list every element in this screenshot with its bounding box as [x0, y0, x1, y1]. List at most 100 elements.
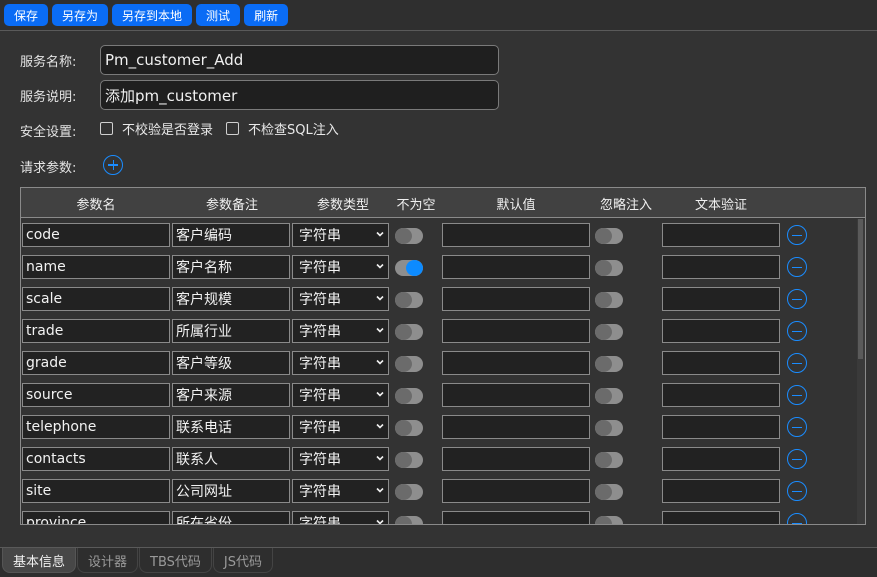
remove-param-icon[interactable] — [787, 289, 807, 309]
remove-param-icon[interactable] — [787, 385, 807, 405]
tab-tbs-code[interactable]: TBS代码 — [139, 548, 212, 573]
ignore-injection-toggle[interactable] — [595, 452, 623, 468]
text-validation-input[interactable] — [662, 351, 780, 375]
not-null-toggle[interactable] — [395, 324, 423, 340]
default-value-input[interactable] — [442, 447, 590, 471]
default-value-input[interactable] — [442, 351, 590, 375]
ignore-injection-toggle[interactable] — [595, 356, 623, 372]
param-note-input[interactable]: 客户编码 — [172, 223, 290, 247]
param-name-input[interactable]: trade — [22, 319, 170, 343]
param-type-select[interactable]: 字符串 — [292, 383, 389, 407]
table-row: name 客户名称 字符串 — [21, 251, 859, 283]
default-value-input[interactable] — [442, 255, 590, 279]
not-null-toggle[interactable] — [395, 516, 423, 524]
param-note-input[interactable]: 联系电话 — [172, 415, 290, 439]
default-value-input[interactable] — [442, 383, 590, 407]
param-name-input[interactable]: telephone — [22, 415, 170, 439]
skip-login-check-option[interactable]: 不校验是否登录 — [100, 119, 213, 138]
text-validation-input[interactable] — [662, 447, 780, 471]
not-null-toggle[interactable] — [395, 388, 423, 404]
default-value-input[interactable] — [442, 511, 590, 524]
default-value-input[interactable] — [442, 479, 590, 503]
service-name-label: 服务名称: — [20, 54, 77, 70]
text-validation-input[interactable] — [662, 255, 780, 279]
remove-param-icon[interactable] — [787, 417, 807, 437]
default-value-input[interactable] — [442, 319, 590, 343]
param-name-input[interactable]: name — [22, 255, 170, 279]
tab-js-code[interactable]: JS代码 — [212, 548, 274, 573]
scrollbar-thumb[interactable] — [858, 219, 863, 359]
param-type-select[interactable]: 字符串 — [292, 479, 389, 503]
table-scrollbar[interactable] — [857, 219, 865, 524]
ignore-injection-toggle[interactable] — [595, 260, 623, 276]
ignore-injection-toggle[interactable] — [595, 420, 623, 436]
default-value-input[interactable] — [442, 287, 590, 311]
remove-param-icon[interactable] — [787, 481, 807, 501]
remove-param-icon[interactable] — [787, 449, 807, 469]
add-param-icon[interactable] — [103, 154, 123, 175]
param-note-input[interactable]: 所在省份 — [172, 511, 290, 524]
text-validation-input[interactable] — [662, 479, 780, 503]
not-null-toggle[interactable] — [395, 292, 423, 308]
skip-sql-checkbox[interactable] — [226, 121, 240, 135]
param-type-select[interactable]: 字符串 — [292, 287, 389, 311]
param-note-input[interactable]: 客户等级 — [172, 351, 290, 375]
save-button[interactable]: 保存 — [4, 4, 49, 26]
tab-designer[interactable]: 设计器 — [77, 548, 139, 573]
not-null-toggle[interactable] — [395, 452, 423, 468]
ignore-injection-toggle[interactable] — [595, 324, 623, 340]
text-validation-input[interactable] — [662, 223, 780, 247]
text-validation-input[interactable] — [662, 415, 780, 439]
text-validation-input[interactable] — [662, 319, 780, 343]
not-null-toggle[interactable] — [395, 260, 423, 276]
param-type-select[interactable]: 字符串 — [292, 511, 389, 524]
remove-param-icon[interactable] — [787, 257, 807, 277]
tab-basic-info[interactable]: 基本信息 — [2, 548, 77, 573]
text-validation-input[interactable] — [662, 287, 780, 311]
not-null-toggle[interactable] — [395, 228, 423, 244]
param-type-select[interactable]: 字符串 — [292, 415, 389, 439]
param-note-input[interactable]: 客户来源 — [172, 383, 290, 407]
param-note-input[interactable]: 客户名称 — [172, 255, 290, 279]
save-as-button[interactable]: 另存为 — [52, 4, 109, 26]
param-name-input[interactable]: grade — [22, 351, 170, 375]
default-value-input[interactable] — [442, 415, 590, 439]
remove-param-icon[interactable] — [787, 353, 807, 373]
param-type-select[interactable]: 字符串 — [292, 319, 389, 343]
param-name-input[interactable]: source — [22, 383, 170, 407]
param-type-select[interactable]: 字符串 — [292, 351, 389, 375]
ignore-injection-toggle[interactable] — [595, 292, 623, 308]
param-note-input[interactable]: 客户规模 — [172, 287, 290, 311]
ignore-injection-toggle[interactable] — [595, 388, 623, 404]
service-name-input[interactable]: Pm_customer_Add — [100, 45, 499, 75]
param-note-input[interactable]: 联系人 — [172, 447, 290, 471]
param-note-input[interactable]: 所属行业 — [172, 319, 290, 343]
skip-sql-check-option[interactable]: 不检查SQL注入 — [226, 119, 339, 138]
param-name-input[interactable]: province — [22, 511, 170, 524]
param-name-input[interactable]: scale — [22, 287, 170, 311]
ignore-injection-toggle[interactable] — [595, 484, 623, 500]
ignore-injection-toggle[interactable] — [595, 228, 623, 244]
remove-param-icon[interactable] — [787, 513, 807, 524]
default-value-input[interactable] — [442, 223, 590, 247]
param-name-input[interactable]: code — [22, 223, 170, 247]
refresh-button[interactable]: 刷新 — [244, 4, 289, 26]
not-null-toggle[interactable] — [395, 420, 423, 436]
service-desc-input[interactable]: 添加pm_customer — [100, 80, 499, 110]
not-null-toggle[interactable] — [395, 484, 423, 500]
ignore-injection-toggle[interactable] — [595, 516, 623, 524]
text-validation-input[interactable] — [662, 383, 780, 407]
not-null-toggle[interactable] — [395, 356, 423, 372]
remove-param-icon[interactable] — [787, 225, 807, 245]
test-button[interactable]: 测试 — [196, 4, 241, 26]
remove-param-icon[interactable] — [787, 321, 807, 341]
save-local-button[interactable]: 另存到本地 — [112, 4, 193, 26]
param-name-input[interactable]: site — [22, 479, 170, 503]
param-type-select[interactable]: 字符串 — [292, 223, 389, 247]
param-name-input[interactable]: contacts — [22, 447, 170, 471]
skip-login-checkbox[interactable] — [100, 121, 113, 135]
text-validation-input[interactable] — [662, 511, 780, 524]
param-type-select[interactable]: 字符串 — [292, 447, 389, 471]
param-note-input[interactable]: 公司网址 — [172, 479, 290, 503]
param-type-select[interactable]: 字符串 — [292, 255, 389, 279]
